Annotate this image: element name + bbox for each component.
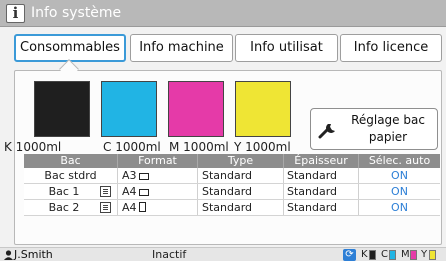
portrait-paper-icon xyxy=(138,202,146,212)
title-bar: i Info système xyxy=(0,0,446,27)
ink-level-label-m: M xyxy=(401,249,410,260)
machine-status: Inactif xyxy=(152,248,187,261)
landscape-paper-icon xyxy=(138,173,149,180)
ink-swatch-m xyxy=(168,81,224,137)
system-info-screen: i Info système Consommables Info machine… xyxy=(0,0,446,261)
auto-select-value: ON xyxy=(391,169,408,182)
table-header: Bac Format Type Épaisseur Sélec. auto xyxy=(24,154,440,168)
ink-level-label-k: K xyxy=(361,249,368,260)
paper-tray-settings-label: Réglage bac papier xyxy=(351,113,425,144)
ink-swatch-c xyxy=(101,81,157,137)
info-icon: i xyxy=(6,4,25,23)
tray-settings-icon[interactable] xyxy=(100,202,111,213)
column-header-type: Type xyxy=(227,154,254,167)
ink-label-c: C 1000ml xyxy=(103,140,161,154)
auto-select-value: ON xyxy=(391,201,408,214)
ink-level-y xyxy=(429,250,436,260)
tab-info-licence[interactable]: Info licence xyxy=(340,34,442,62)
wrench-icon xyxy=(318,124,335,139)
paper-type: Standard xyxy=(202,169,253,182)
tab-bar: Consommables Info machine Info utilisat … xyxy=(14,30,442,66)
status-bar: J.Smith Inactif ⟳ K C M Y xyxy=(0,247,446,261)
paper-thickness: Standard xyxy=(287,185,338,198)
ink-swatch-k xyxy=(34,81,90,137)
column-header-format: Format xyxy=(138,154,177,167)
tab-info-machine[interactable]: Info machine xyxy=(130,34,233,62)
tray-settings-icon[interactable] xyxy=(100,186,111,197)
ink-level-label-y: Y xyxy=(421,249,428,260)
ink-swatch-y xyxy=(235,81,291,137)
ink-level-m xyxy=(410,250,417,260)
ink-level-k xyxy=(369,250,376,260)
ink-label-m: M 1000ml xyxy=(169,140,229,154)
paper-type: Standard xyxy=(202,201,253,214)
ink-level-label-c: C xyxy=(381,249,388,260)
auto-select-value: ON xyxy=(391,185,408,198)
column-header-bac: Bac xyxy=(60,154,81,167)
user-icon xyxy=(4,250,13,260)
table-row[interactable]: Bac stdrd A3 Standard Standard ON xyxy=(24,168,440,184)
tab-consommables[interactable]: Consommables xyxy=(14,34,126,62)
tab-info-utilisat[interactable]: Info utilisat xyxy=(235,34,338,62)
logged-in-user[interactable]: J.Smith xyxy=(14,248,53,261)
tray-name: Bac 1 xyxy=(48,185,80,198)
tray-name: Bac stdrd xyxy=(44,169,97,182)
table-row[interactable]: Bac 2 A4 Standard Standard ON xyxy=(24,200,440,216)
paper-thickness: Standard xyxy=(287,201,338,214)
paper-type: Standard xyxy=(202,185,253,198)
landscape-paper-icon xyxy=(138,189,149,196)
ink-level-c xyxy=(389,250,396,260)
column-header-epaisseur: Épaisseur xyxy=(294,154,348,167)
tray-name: Bac 2 xyxy=(48,201,80,214)
paper-format: A3 xyxy=(122,168,149,183)
window-title: Info système xyxy=(31,5,122,21)
table-row[interactable]: Bac 1 A4 Standard Standard ON xyxy=(24,184,440,200)
ink-label-y: Y 1000ml xyxy=(234,140,291,154)
tray-table: Bac Format Type Épaisseur Sélec. auto Ba… xyxy=(24,154,440,216)
ink-label-k: K 1000ml xyxy=(4,140,62,154)
paper-thickness: Standard xyxy=(287,169,338,182)
paper-format: A4 xyxy=(122,200,146,215)
paper-tray-settings-button[interactable]: Réglage bac papier xyxy=(310,108,438,150)
refresh-icon[interactable]: ⟳ xyxy=(343,249,356,261)
paper-format: A4 xyxy=(122,184,149,199)
column-header-selec-auto: Sélec. auto xyxy=(368,154,431,167)
